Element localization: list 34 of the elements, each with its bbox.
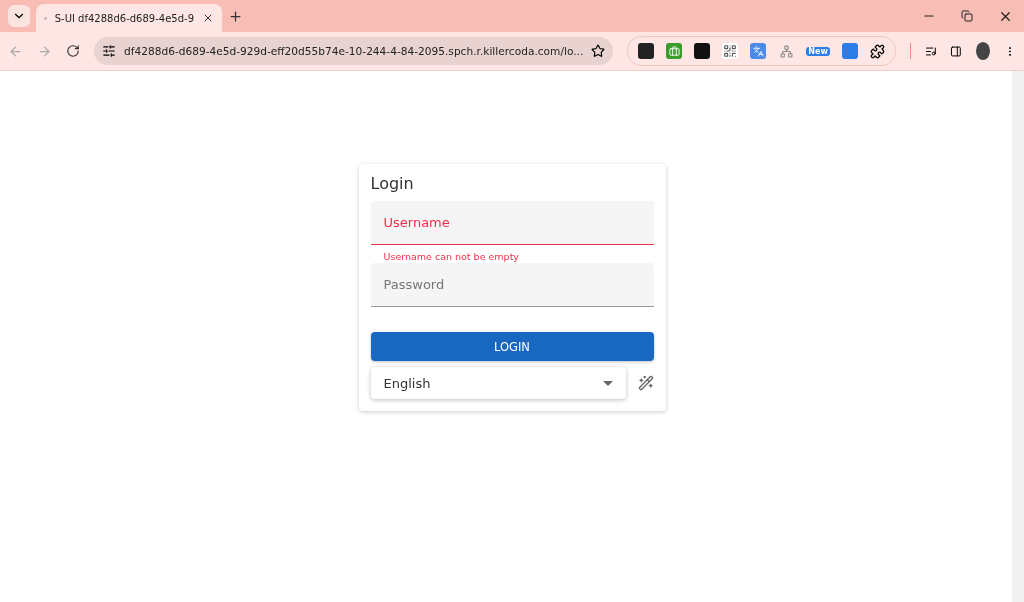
tab-list-button[interactable]	[8, 5, 30, 27]
error-message: Username can not be empty	[382, 250, 520, 263]
restore-icon	[961, 10, 973, 22]
profile-avatar[interactable]	[976, 42, 991, 60]
new-badge[interactable]: New	[806, 46, 830, 56]
extensions-icon[interactable]	[869, 43, 885, 59]
reload-button[interactable]	[66, 44, 80, 58]
briefcase-icon[interactable]	[666, 43, 683, 59]
reload-icon	[66, 44, 80, 58]
theme-toggle-icon[interactable]	[637, 375, 654, 391]
extension-icon[interactable]	[694, 43, 711, 59]
address-bar[interactable]: df4288d6-d689-4e5d-929d-eff20d55b74e-10-244-4-84-2095.spch.r.killercoda.com/lo...	[94, 37, 614, 65]
forward-arrow-icon	[37, 43, 52, 59]
card-title: Login	[370, 174, 415, 193]
language-select[interactable]: English	[370, 367, 626, 399]
extension-icon[interactable]	[638, 43, 655, 59]
tab-title: S-UI df4288d6-d689-4e5d-9	[54, 12, 194, 24]
qr-code-icon[interactable]	[722, 43, 739, 59]
close-icon	[202, 12, 214, 24]
new-tab-button[interactable]	[228, 8, 243, 24]
input-field[interactable]: Password	[370, 263, 654, 307]
plus-icon	[228, 8, 243, 24]
translate-icon[interactable]	[750, 43, 767, 59]
input-field[interactable]: Username	[370, 201, 654, 245]
close-tab-button[interactable]	[202, 12, 214, 24]
browser-tab[interactable]: S-UI df4288d6-d689-4e5d-9	[36, 4, 222, 32]
side-panel-icon[interactable]	[950, 43, 963, 59]
bookmark-star-icon[interactable]	[591, 44, 606, 58]
site-settings-icon[interactable]	[102, 44, 116, 58]
login-button[interactable]: LOGIN	[370, 332, 654, 361]
scrollbar[interactable]	[1012, 71, 1024, 602]
caret-icon	[602, 380, 613, 386]
network-icon[interactable]	[778, 43, 795, 59]
url-text: df4288d6-d689-4e5d-929d-eff20d55b74e-10-244-4-84-2095.spch.r.killercoda.com/lo...	[124, 45, 584, 57]
